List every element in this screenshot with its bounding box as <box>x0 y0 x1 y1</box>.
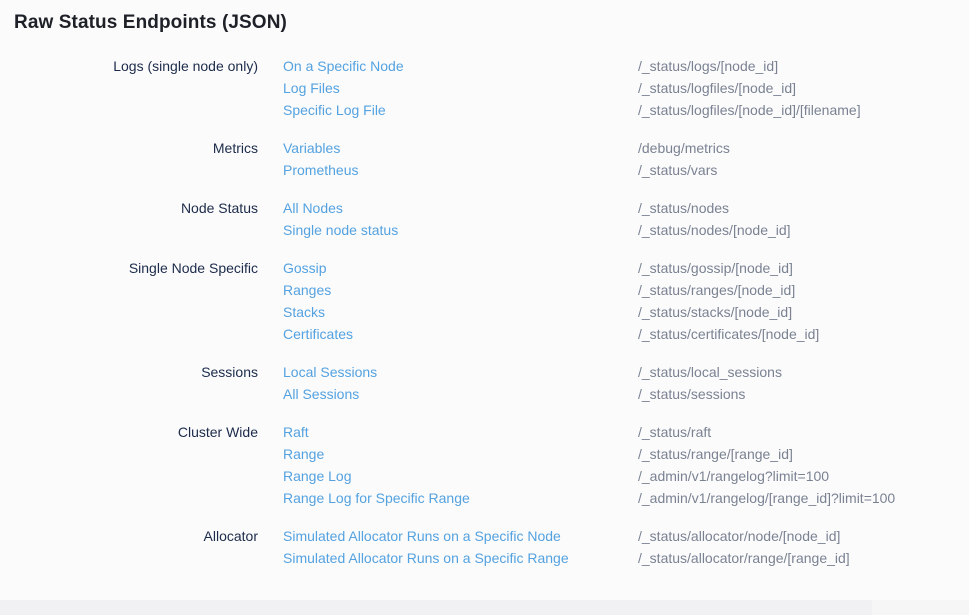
endpoint-link[interactable]: Local Sessions <box>283 361 377 383</box>
endpoint-link[interactable]: Gossip <box>283 257 327 279</box>
endpoint-path: /_status/logs/[node_id] <box>638 55 969 77</box>
endpoint-path: /_status/logfiles/[node_id]/[filename] <box>638 99 969 121</box>
endpoint-path: /_status/logfiles/[node_id] <box>638 77 969 99</box>
endpoint-path: /_status/sessions <box>638 383 969 405</box>
endpoint-path: /_status/raft <box>638 421 969 443</box>
endpoint-table: Logs (single node only) On a Specific Nod… <box>0 55 969 569</box>
endpoint-link[interactable]: Range Log <box>283 465 352 487</box>
endpoint-link[interactable]: Range Log for Specific Range <box>283 487 470 509</box>
category-label: Sessions <box>0 361 258 405</box>
links-column: Simulated Allocator Runs on a Specific N… <box>283 525 613 569</box>
category-label: Logs (single node only) <box>0 55 258 121</box>
endpoint-link[interactable]: All Nodes <box>283 197 343 219</box>
links-column: On a Specific NodeLog FilesSpecific Log … <box>283 55 613 121</box>
endpoint-path: /_status/allocator/range/[range_id] <box>638 547 969 569</box>
endpoint-group: Sessions Local SessionsAll Sessions /_stat… <box>0 361 969 405</box>
paths-column: /_status/raft/_status/range/[range_id]/_… <box>638 421 969 509</box>
category-label: Single Node Specific <box>0 257 258 345</box>
endpoint-group: Single Node Specific GossipRangesStacksCe… <box>0 257 969 345</box>
category-label: Node Status <box>0 197 258 241</box>
paths-column: /debug/metrics/_status/vars <box>638 137 969 181</box>
endpoint-link[interactable]: Log Files <box>283 77 340 99</box>
endpoint-path: /_status/nodes/[node_id] <box>638 219 969 241</box>
paths-column: /_status/gossip/[node_id]/_status/ranges… <box>638 257 969 345</box>
endpoint-path: /_status/ranges/[node_id] <box>638 279 969 301</box>
endpoint-group: Node Status All NodesSingle node status /_… <box>0 197 969 241</box>
category-label: Metrics <box>0 137 258 181</box>
links-column: Local SessionsAll Sessions <box>283 361 613 405</box>
endpoint-path: /_status/allocator/node/[node_id] <box>638 525 969 547</box>
footer-band-shade <box>0 600 872 615</box>
endpoint-path: /_status/local_sessions <box>638 361 969 383</box>
endpoint-path: /_status/range/[range_id] <box>638 443 969 465</box>
endpoint-link[interactable]: Simulated Allocator Runs on a Specific R… <box>283 547 569 569</box>
paths-column: /_status/allocator/node/[node_id]/_statu… <box>638 525 969 569</box>
footer-band <box>0 600 969 615</box>
endpoint-group: Logs (single node only) On a Specific Nod… <box>0 55 969 121</box>
endpoint-link[interactable]: Raft <box>283 421 309 443</box>
endpoint-path: /_status/gossip/[node_id] <box>638 257 969 279</box>
endpoint-path: /_status/stacks/[node_id] <box>638 301 969 323</box>
endpoint-link[interactable]: Simulated Allocator Runs on a Specific N… <box>283 525 561 547</box>
endpoint-link[interactable]: Certificates <box>283 323 353 345</box>
links-column: RaftRangeRange LogRange Log for Specific… <box>283 421 613 509</box>
links-column: VariablesPrometheus <box>283 137 613 181</box>
endpoint-link[interactable]: On a Specific Node <box>283 55 404 77</box>
endpoint-link[interactable]: Range <box>283 443 324 465</box>
endpoint-path: /_status/nodes <box>638 197 969 219</box>
paths-column: /_status/logs/[node_id]/_status/logfiles… <box>638 55 969 121</box>
endpoint-link[interactable]: Prometheus <box>283 159 358 181</box>
paths-column: /_status/local_sessions/_status/sessions <box>638 361 969 405</box>
endpoint-link[interactable]: Variables <box>283 137 340 159</box>
endpoint-link[interactable]: Specific Log File <box>283 99 386 121</box>
endpoint-link[interactable]: Ranges <box>283 279 331 301</box>
paths-column: /_status/nodes/_status/nodes/[node_id] <box>638 197 969 241</box>
category-label: Allocator <box>0 525 258 569</box>
endpoint-path: /_status/vars <box>638 159 969 181</box>
endpoint-group: Cluster Wide RaftRangeRange LogRange Log … <box>0 421 969 509</box>
endpoint-path: /_admin/v1/rangelog?limit=100 <box>638 465 969 487</box>
endpoint-group: Allocator Simulated Allocator Runs on a S… <box>0 525 969 569</box>
endpoint-path: /_status/certificates/[node_id] <box>638 323 969 345</box>
endpoint-path: /_admin/v1/rangelog/[range_id]?limit=100 <box>638 487 969 509</box>
page-title: Raw Status Endpoints (JSON) <box>14 12 969 34</box>
endpoint-group: Metrics VariablesPrometheus/debug/metrics… <box>0 137 969 181</box>
links-column: All NodesSingle node status <box>283 197 613 241</box>
category-label: Cluster Wide <box>0 421 258 509</box>
endpoint-path: /debug/metrics <box>638 137 969 159</box>
endpoint-link[interactable]: Single node status <box>283 219 398 241</box>
endpoint-link[interactable]: All Sessions <box>283 383 359 405</box>
links-column: GossipRangesStacksCertificates <box>283 257 613 345</box>
endpoint-link[interactable]: Stacks <box>283 301 325 323</box>
